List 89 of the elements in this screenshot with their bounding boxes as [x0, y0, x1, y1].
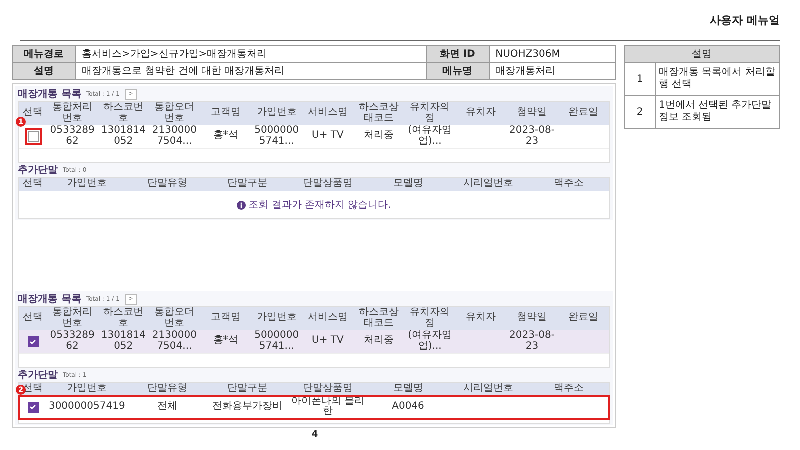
column-header: 단말구분 — [208, 383, 288, 396]
column-header: 맥주소 — [528, 383, 609, 396]
checkmark-icon — [29, 338, 37, 346]
column-header: 하스코상태코드 — [353, 102, 405, 125]
info-value: 매장개통처리 — [489, 62, 616, 80]
column-header: 가입번호 — [47, 383, 128, 396]
checkbox[interactable] — [28, 130, 38, 142]
column-header: 모델명 — [368, 178, 448, 190]
column-header: 하스코번호 — [98, 102, 150, 125]
table-cell: 아이폰나의 블리한 — [291, 396, 365, 417]
column-header: 시리얼번호 — [448, 178, 529, 190]
column-header: 통합처리번호 — [47, 307, 98, 330]
table-cell: 처리중 — [364, 130, 394, 142]
table-cell: 2023-08-23 — [510, 330, 555, 352]
column-header: 단말유형 — [127, 178, 208, 190]
table-cell: 처리중 — [364, 335, 394, 346]
table-cell: 21300007504... — [152, 330, 197, 352]
column-header: 고객명 — [200, 102, 252, 125]
column-header: 맥주소 — [528, 178, 609, 190]
table-cell: 전체 — [157, 400, 178, 412]
column-header: 유치자 — [456, 307, 507, 330]
checkbox[interactable] — [28, 402, 38, 412]
empty-message: 조회 결과가 존재하지 않습니다. — [248, 199, 392, 212]
section-title: 매장개통 목록 — [18, 88, 82, 101]
column-header: 완료일 — [558, 102, 609, 125]
column-header: 유치자의정 — [404, 102, 456, 125]
table-cell: 전화용부가장비 — [212, 400, 283, 412]
column-header: 청약일 — [506, 102, 558, 125]
column-header: 하스코번호 — [98, 307, 150, 330]
page-number: 4 — [312, 430, 318, 440]
column-header: 시리얼번호 — [448, 383, 529, 396]
column-header: 선택 — [19, 307, 47, 330]
column-header: 통합오더번호 — [149, 307, 200, 330]
table-cell: U+ TV — [312, 130, 344, 142]
table-cell: 홍*석 — [213, 335, 238, 346]
info-label: 화면 ID — [426, 46, 490, 62]
column-header: 하스코상태코드 — [353, 307, 405, 330]
document-title: 사용자 메뉴얼 — [710, 12, 780, 28]
column-header: 통합오더번호 — [149, 102, 200, 125]
table-cell: 2023-08-23 — [510, 125, 555, 146]
column-header: 단말유형 — [127, 383, 208, 396]
table-row[interactable]: 053328962 1301814052 21300007504... 홍*석 50000005741... U+ TV 처리중 (여유자영업)... 2023-08-23 — [19, 330, 609, 354]
column-header: 가입번호 — [251, 102, 302, 125]
note-number: 1 — [624, 62, 656, 96]
table-cell: 300000057419 — [48, 400, 126, 412]
column-header: 선택 — [19, 178, 47, 190]
section-title: 매장개통 목록 — [18, 293, 82, 306]
column-header: 유치자의정 — [404, 307, 456, 330]
info-value: 매장개통으로 청약한 건에 대한 매장개통처리 — [76, 62, 426, 80]
table-cell: 50000005741... — [254, 330, 300, 352]
info-label: 메뉴명 — [426, 62, 490, 80]
table-cell: 50000005741... — [254, 125, 300, 146]
column-header: 고객명 — [200, 307, 252, 330]
table-cell: U+ TV — [312, 335, 344, 346]
column-header: 단말구분 — [208, 178, 288, 190]
table-cell: 1301814052 — [101, 125, 146, 146]
table-cell: 21300007504... — [152, 125, 197, 146]
column-header: 가입번호 — [47, 178, 128, 190]
info-value: 홈서비스>가입>신규가입>매장개통처리 — [76, 46, 426, 62]
notes-title: 설명 — [624, 46, 780, 62]
column-header: 완료일 — [558, 307, 609, 330]
table-cell: (여유자영업)... — [408, 330, 452, 352]
table-cell: (여유자영업)... — [408, 125, 452, 146]
column-header: 단말상품명 — [288, 383, 368, 396]
checkbox[interactable] — [28, 336, 38, 347]
column-header: 유치자 — [456, 102, 507, 125]
note-text: 1번에서 선택된 추가단말 정보 조회됨 — [656, 96, 780, 128]
table-row[interactable]: 053328962 1301814052 21300007504... 홍*석 50000005741... U+ TV 처리중 (여유자영업)... 2023-08-23 — [19, 125, 609, 148]
section-title: 추가단말 — [18, 369, 58, 382]
column-header: 모델명 — [368, 383, 448, 396]
info-icon — [236, 200, 246, 210]
note-number: 2 — [624, 96, 656, 128]
info-label: 메뉴경로 — [12, 46, 76, 62]
column-header: 서비스명 — [302, 307, 354, 330]
note-text: 매장개통 목록에서 처리할 행 선택 — [656, 62, 780, 96]
column-header: 통합처리번호 — [47, 102, 98, 125]
table-cell: 1301814052 — [101, 330, 146, 352]
section-title: 추가단말 — [18, 164, 58, 177]
table-cell: 홍*석 — [213, 130, 238, 142]
column-header: 단말상품명 — [288, 178, 368, 190]
column-header: 서비스명 — [302, 102, 354, 125]
table-cell: 053328962 — [50, 330, 95, 352]
info-label: 설명 — [12, 62, 76, 80]
table-cell: A0046 — [392, 400, 424, 412]
checkmark-icon — [29, 403, 37, 411]
table-cell: 053328962 — [50, 125, 95, 146]
column-header: 가입번호 — [251, 307, 302, 330]
column-header: 청약일 — [506, 307, 558, 330]
info-value: NUOHZ306M — [489, 46, 616, 62]
